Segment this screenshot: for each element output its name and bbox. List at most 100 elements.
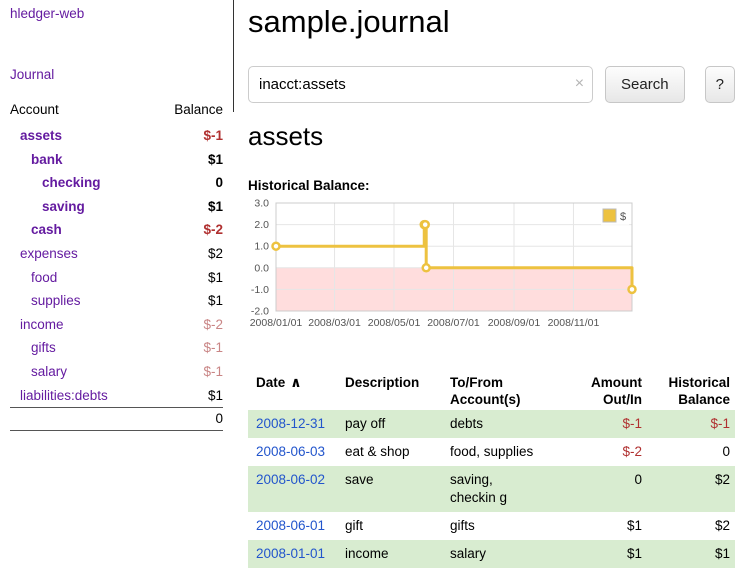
transaction-date-cell: 2008-01-01 <box>248 540 345 568</box>
main-content: sample.journal × Search ? assets Histori… <box>248 0 735 568</box>
svg-text:2008/03/01: 2008/03/01 <box>308 317 361 329</box>
account-balance: $1 <box>152 289 223 313</box>
svg-text:1.0: 1.0 <box>254 241 269 253</box>
sidebar: hledger-web Journal Account Balance asse… <box>0 0 233 431</box>
register-row: 2008-06-03eat & shopfood, supplies$-20 <box>248 438 735 466</box>
svg-text:2.0: 2.0 <box>254 219 269 231</box>
account-link[interactable]: bank <box>31 152 63 167</box>
column-divider <box>233 0 234 112</box>
account-row: expenses $2 <box>10 242 223 266</box>
account-link[interactable]: expenses <box>20 246 78 261</box>
clear-search-icon[interactable]: × <box>575 74 584 94</box>
transaction-accounts: saving, checkin g <box>450 466 576 512</box>
transaction-date-link[interactable]: 2008-06-03 <box>256 444 325 459</box>
account-row: gifts$-1 <box>10 336 223 360</box>
account-balance: $1 <box>152 148 223 172</box>
register-header-balance: Historical Balance <box>642 372 735 410</box>
account-link[interactable]: checking <box>42 175 101 190</box>
register-header-accounts-label: To/From Account(s) <box>450 374 536 408</box>
transaction-balance: 0 <box>642 438 735 466</box>
transaction-description: gift <box>345 512 450 540</box>
help-button[interactable]: ? <box>705 66 735 103</box>
account-row: supplies $1 <box>10 289 223 313</box>
search-button[interactable]: Search <box>605 66 685 103</box>
transaction-accounts: food, supplies <box>450 438 576 466</box>
svg-text:3.0: 3.0 <box>254 198 269 210</box>
app-title-link[interactable]: hledger-web <box>10 6 223 21</box>
transaction-date-link[interactable]: 2008-06-01 <box>256 518 325 533</box>
transaction-balance: $2 <box>642 512 735 540</box>
account-row: bank $1 <box>10 148 223 172</box>
account-balance: $1 <box>152 266 223 290</box>
account-row: saving $1 <box>10 195 223 219</box>
svg-text:-2.0: -2.0 <box>251 306 269 318</box>
register-header-description: Description <box>345 372 450 410</box>
transaction-description: income <box>345 540 450 568</box>
account-link[interactable]: gifts <box>31 340 56 355</box>
historical-balance-chart: 3.02.01.00.0-1.0-2.02008/01/012008/03/01… <box>244 197 735 348</box>
account-balance: $-1 <box>152 124 223 148</box>
account-link[interactable]: income <box>20 317 64 332</box>
register-header-date-label: Date <box>256 375 285 390</box>
svg-text:2008/07/01: 2008/07/01 <box>427 317 480 329</box>
transaction-accounts: debts <box>450 410 576 438</box>
search-input[interactable] <box>248 66 593 103</box>
register-row: 2008-06-02savesaving, checkin g0$2 <box>248 466 735 512</box>
account-heading: assets <box>248 121 735 152</box>
transaction-date-link[interactable]: 2008-12-31 <box>256 416 325 431</box>
account-link[interactable]: supplies <box>31 293 81 308</box>
transaction-date-link[interactable]: 2008-06-02 <box>256 472 325 487</box>
svg-text:-1.0: -1.0 <box>251 284 269 296</box>
transaction-date-cell: 2008-06-01 <box>248 512 345 540</box>
account-row: checking0 <box>10 171 223 195</box>
account-balance: $-2 <box>152 218 223 242</box>
sort-ascending-icon: ∧ <box>290 374 301 390</box>
account-link[interactable]: saving <box>42 199 85 214</box>
register-row: 2008-01-01incomesalary$1$1 <box>248 540 735 568</box>
account-balance: $2 <box>152 242 223 266</box>
account-balance: $-1 <box>152 360 223 384</box>
accounts-table: Account Balance assets$-1bank$1checking0… <box>10 102 223 431</box>
transaction-amount: $-2 <box>576 438 642 466</box>
transaction-amount: 0 <box>576 466 642 512</box>
journal-link[interactable]: Journal <box>10 67 54 82</box>
transaction-accounts: gifts <box>450 512 576 540</box>
transaction-date-cell: 2008-06-02 <box>248 466 345 512</box>
svg-text:2008/01/01: 2008/01/01 <box>250 317 303 329</box>
account-row: cash $-2 <box>10 218 223 242</box>
search-bar: × Search ? <box>248 66 735 103</box>
svg-text:2008/11/01: 2008/11/01 <box>548 317 600 329</box>
transaction-date-cell: 2008-12-31 <box>248 410 345 438</box>
register-header-row: Date ∧ Description To/From Account(s) Amo… <box>248 372 735 410</box>
account-balance: $-2 <box>152 313 223 337</box>
account-link[interactable]: salary <box>31 364 67 379</box>
register-header-amount: Amount Out/In <box>576 372 642 410</box>
accounts-header-account: Account <box>10 102 152 124</box>
transaction-amount: $1 <box>576 512 642 540</box>
page-title: sample.journal <box>248 4 735 40</box>
accounts-total-balance: 0 <box>152 408 223 431</box>
register-header-accounts: To/From Account(s) <box>450 372 576 410</box>
svg-text:2008/05/01: 2008/05/01 <box>368 317 421 329</box>
transaction-accounts: salary <box>450 540 576 568</box>
account-link[interactable]: liabilities:debts <box>20 388 108 403</box>
account-link[interactable]: cash <box>31 222 62 237</box>
transaction-description: pay off <box>345 410 450 438</box>
account-balance: $1 <box>152 384 223 408</box>
transaction-date-cell: 2008-06-03 <box>248 438 345 466</box>
account-row: liabilities:debts $1 <box>10 384 223 408</box>
account-row: assets $-1 <box>10 124 223 148</box>
transaction-balance: $1 <box>642 540 735 568</box>
transaction-balance: $2 <box>642 466 735 512</box>
account-balance: $1 <box>152 195 223 219</box>
register-row: 2008-12-31pay offdebts$-1$-1 <box>248 410 735 438</box>
transaction-amount: $1 <box>576 540 642 568</box>
account-link[interactable]: assets <box>20 128 62 143</box>
transaction-date-link[interactable]: 2008-01-01 <box>256 546 325 561</box>
accounts-header-balance: Balance <box>152 102 223 124</box>
accounts-total-row: 0 <box>10 408 223 431</box>
register-header-date[interactable]: Date ∧ <box>248 372 345 410</box>
balance-chart-svg: 3.02.01.00.0-1.0-2.02008/01/012008/03/01… <box>244 197 646 343</box>
account-link[interactable]: food <box>31 270 57 285</box>
account-row: food $1 <box>10 266 223 290</box>
